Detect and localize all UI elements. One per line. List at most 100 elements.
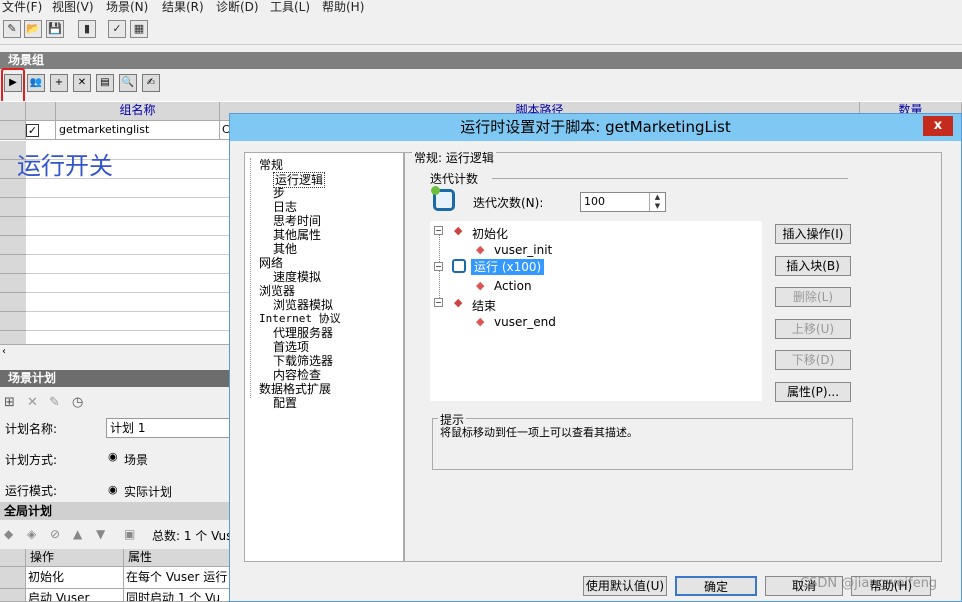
logic-action[interactable]: Action [494, 279, 532, 293]
end-collapse-icon[interactable]: − [434, 298, 443, 307]
move-down-button[interactable]: 下移(D) [775, 350, 851, 370]
logic-run[interactable]: 运行 (x100) [471, 259, 545, 275]
end-block-icon: ◆ [454, 296, 463, 309]
iteration-group-divider [492, 178, 848, 179]
init-block-icon: ◆ [454, 224, 463, 237]
runtime-settings-icon[interactable]: ✍ [142, 74, 160, 92]
menu-tools[interactable]: 工具(L) [270, 0, 310, 14]
vuser-init-icon: ◆ [476, 243, 485, 256]
grid-horizontal-scrollbar[interactable]: ‹ [0, 344, 231, 359]
run-loop-icon [452, 259, 466, 273]
gs-row-header [0, 567, 26, 589]
schedule-clock-icon[interactable]: ◷ [72, 395, 83, 410]
logic-vuser-end[interactable]: vuser_end [494, 315, 556, 329]
rename-schedule-icon[interactable]: ✎ [49, 395, 60, 410]
use-defaults-button[interactable]: 使用默认值(U) [583, 576, 667, 596]
run-collapse-icon[interactable]: − [434, 262, 443, 271]
row-checkbox-cell: ✓ [26, 121, 56, 140]
tree-network[interactable]: 网络 [259, 256, 283, 270]
run-toggle-annotation: 运行开关 [17, 152, 113, 180]
plan-name-select[interactable]: 计划 1 [106, 418, 231, 438]
settings-tree: 常规 运行逻辑 步 日志 思考时间 其他属性 其他 网络 速度模拟 浏览器 浏览… [244, 152, 404, 562]
tree-speed-simulation[interactable]: 速度模拟 [273, 270, 321, 284]
delete-button[interactable]: 删除(L) [775, 287, 851, 307]
col-group-name[interactable]: 组名称 [56, 102, 220, 121]
global-schedule-header: 全局计划 [0, 502, 231, 520]
enable-checkbox[interactable]: ✓ [26, 124, 39, 137]
tree-log[interactable]: 日志 [273, 200, 297, 214]
tree-think-time[interactable]: 思考时间 [273, 214, 321, 228]
tree-miscellaneous[interactable]: 其他 [273, 242, 297, 256]
tree-browser-emulation[interactable]: 浏览器模拟 [273, 298, 333, 312]
dialog-close-button[interactable]: x [923, 116, 953, 136]
gs-col-action[interactable]: 操作 [26, 549, 124, 567]
tree-additional-attributes[interactable]: 其他属性 [273, 228, 321, 242]
gs-row1-property[interactable]: 在每个 Vuser 运行 [124, 567, 231, 589]
menu-help[interactable]: 帮助(H) [322, 0, 364, 14]
iteration-icon-dot [431, 186, 440, 195]
menu-scenario[interactable]: 场景(N) [106, 0, 148, 14]
tree-data-format-extension[interactable]: 数据格式扩展 [259, 382, 331, 396]
logic-init[interactable]: 初始化 [472, 225, 508, 242]
tree-general[interactable]: 常规 [259, 158, 283, 172]
plan-method-value: 场景 [124, 453, 149, 467]
row-header [0, 121, 26, 140]
remove-action-icon[interactable]: ⊘ [50, 527, 60, 541]
plan-method-radio[interactable]: ◉ [108, 450, 118, 463]
tree-configuration[interactable]: 配置 [273, 396, 297, 410]
gs-col-property[interactable]: 属性 [124, 549, 231, 567]
run-mode-label: 运行模式: [5, 484, 58, 498]
delete-schedule-icon[interactable]: ✕ [27, 395, 38, 410]
tree-proxy[interactable]: 代理服务器 [273, 326, 333, 340]
results-icon[interactable]: ▦ [130, 20, 148, 38]
vusers-icon[interactable]: 👥 [27, 74, 45, 92]
vuser-end-icon: ◆ [476, 315, 485, 328]
move-down-icon[interactable]: ▼ [96, 527, 105, 541]
edit-all-icon[interactable]: ◈ [27, 527, 36, 541]
ok-button[interactable]: 确定 [675, 576, 757, 596]
open-folder-icon[interactable]: 📂 [24, 20, 42, 38]
watermark: CSDN @jiangweifeng [800, 576, 938, 591]
tree-content-check[interactable]: 内容检查 [273, 368, 321, 382]
gs-row2-property[interactable]: 同时启动 1 个 Vu [124, 589, 231, 602]
run-toggle-icon[interactable]: ▶ [4, 74, 22, 92]
remove-vusers-icon[interactable]: ✕ [73, 74, 91, 92]
view-script-icon[interactable]: 🔍 [119, 74, 137, 92]
tree-download-filters[interactable]: 下载筛选器 [273, 354, 333, 368]
add-vusers-icon[interactable]: + [50, 74, 68, 92]
chart-icon[interactable]: ▮ [78, 20, 96, 38]
insert-action-button[interactable]: 插入操作(I) [775, 224, 851, 244]
row-group-name[interactable]: getmarketinglist [56, 121, 220, 140]
new-icon[interactable]: ✎ [3, 20, 21, 38]
runtime-settings-dialog: 运行时设置对于脚本: getMarketingList x 常规 运行逻辑 步 … [229, 113, 962, 602]
tree-connector [250, 158, 251, 398]
tree-preferences[interactable]: 首选项 [273, 340, 309, 354]
init-collapse-icon[interactable]: − [434, 226, 443, 235]
analysis-icon[interactable]: ✓ [108, 20, 126, 38]
run-mode-radio[interactable]: ◉ [108, 483, 118, 496]
tree-internet-protocol[interactable]: Internet 协议 [259, 312, 341, 326]
menu-diagnostics[interactable]: 诊断(D) [216, 0, 259, 14]
copy-icon[interactable]: ▣ [124, 527, 135, 541]
menu-bar: 文件(F) 视图(V) 场景(N) 结果(R) 诊断(D) 工具(L) 帮助(H… [0, 0, 962, 16]
menu-results[interactable]: 结果(R) [162, 0, 204, 14]
logic-vuser-init[interactable]: vuser_init [494, 243, 552, 257]
menu-view[interactable]: 视图(V) [52, 0, 94, 14]
move-up-button[interactable]: 上移(U) [775, 319, 851, 339]
gs-corner [0, 549, 26, 567]
insert-block-button[interactable]: 插入块(B) [775, 256, 851, 276]
edit-action-icon[interactable]: ◆ [4, 527, 13, 541]
details-icon[interactable]: ▤ [96, 74, 114, 92]
gs-row-header-2 [0, 589, 26, 602]
move-up-icon[interactable]: ▲ [73, 527, 82, 541]
save-icon[interactable]: 💾 [46, 20, 64, 38]
properties-button[interactable]: 属性(P)... [775, 382, 851, 402]
tree-pacing[interactable]: 步 [273, 186, 285, 200]
add-schedule-icon[interactable]: ⊞ [4, 395, 15, 410]
logic-end[interactable]: 结束 [472, 297, 496, 314]
menu-file[interactable]: 文件(F) [2, 0, 42, 14]
tree-browser[interactable]: 浏览器 [259, 284, 295, 298]
gs-row1-action[interactable]: 初始化 [26, 567, 124, 589]
gs-row2-action[interactable]: 启动 Vuser [26, 589, 124, 602]
iteration-spinner[interactable]: ▲ ▼ [649, 193, 665, 211]
